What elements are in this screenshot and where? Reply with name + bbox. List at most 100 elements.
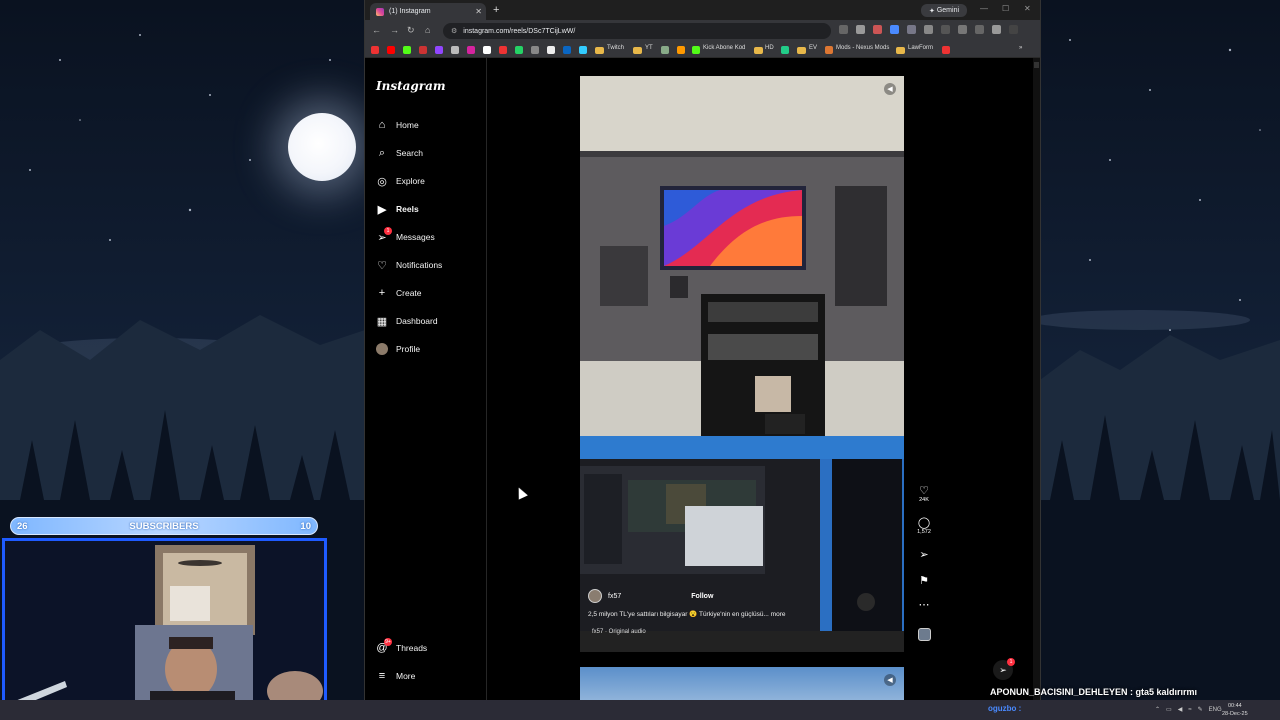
scrollbar[interactable] [1033,58,1040,700]
reel-username[interactable]: fx57 [608,593,621,600]
bookmark-icon[interactable] [547,46,555,54]
pen-icon[interactable]: ✎ [1198,706,1203,713]
messages-fab[interactable]: ➢ 1 [993,658,1015,680]
instagram-favicon-icon [376,7,384,16]
more-options-icon[interactable]: ⋯ [913,598,935,611]
reel-video[interactable]: ◀ fx57 Follow 2,5 milyon TL'ye sattıları… [580,76,904,652]
follow-button[interactable]: Follow [691,593,713,600]
bookmark-icon[interactable] [435,46,443,54]
bookmark-icon[interactable] [499,46,507,54]
sidebar-item-label: More [396,671,416,681]
like-action[interactable]: ♡ 24K [913,484,935,503]
folder-icon [896,47,905,54]
bookmark-icon[interactable] [371,46,379,54]
profile-icon[interactable] [958,25,967,34]
more-bookmarks-icon[interactable]: » [1019,45,1022,51]
language-indicator[interactable]: ENG [1209,707,1222,713]
address-bar[interactable]: ⚙ instagram.com/reels/DSc7TCijLwW/ [443,23,831,39]
sidebar-item-dashboard[interactable]: ▦ Dashboard [376,315,438,328]
bookmark-icon[interactable] [781,46,789,54]
menu-kebab-icon[interactable] [1009,25,1018,34]
sidebar-item-threads[interactable]: @9+ Threads [376,638,427,654]
downloads-icon[interactable] [975,25,984,34]
side-panel-icon[interactable] [941,25,950,34]
webcam-overlay [2,538,327,716]
sidebar-item-create[interactable]: + Create [376,287,422,299]
volume-icon[interactable]: ◀ [1178,706,1183,713]
bookmark-icon[interactable] [531,46,539,54]
bookmark-icon[interactable] [677,46,685,54]
bookmark-icon[interactable] [942,46,950,54]
reload-icon[interactable]: ↻ [407,25,415,36]
chevron-up-icon[interactable]: ⌃ [1155,706,1160,713]
bookmark-twitch[interactable]: Twitch [607,45,624,51]
clock[interactable]: 00:44 28-Dec-25 [1222,702,1248,718]
bookmark-ev[interactable]: EV [809,45,817,51]
sidebar-item-profile[interactable]: Profile [376,343,420,355]
bookmark-icon: ⚑ [919,575,929,587]
extension-icon[interactable] [873,25,882,34]
sidebar-item-messages[interactable]: ➢ 1 Messages [376,227,435,244]
wifi-icon[interactable]: ≈ [1188,707,1191,713]
bookmark-icon[interactable] [451,46,459,54]
threads-icon: @9+ [376,638,392,654]
extension-icon[interactable] [907,25,916,34]
install-app-icon[interactable] [839,25,848,34]
close-window-icon[interactable]: ✕ [1024,4,1031,13]
reel-caption[interactable]: 2,5 milyon TL'ye sattıları bilgisayar 😮 … [588,610,785,618]
tab-strip: (1) Instagram ✕ + ✦ Gemini — ☐ ✕ [365,0,1040,20]
comment-action[interactable]: ◯ 1,572 [913,516,935,535]
share-action[interactable]: ➢ [913,548,935,561]
volume-icon[interactable]: ◀ [884,83,896,95]
gemini-button[interactable]: ✦ Gemini [921,4,967,17]
kick-bookmark-icon[interactable] [403,46,411,54]
sidebar-item-notifications[interactable]: ♡ Notifications [376,259,442,272]
moon [288,113,356,181]
extensions-puzzle-icon[interactable] [924,25,933,34]
folder-icon [754,47,763,54]
x-bookmark-icon[interactable] [483,46,491,54]
bookmark-kick-abone-kod[interactable]: Kick Abone Kod [703,45,745,51]
maximize-icon[interactable]: ☐ [1002,4,1009,13]
sidebar-item-explore[interactable]: ◎ Explore [376,175,425,188]
minimize-icon[interactable]: — [980,4,988,13]
tab-title: (1) Instagram [389,8,431,15]
bookmark-yt[interactable]: YT [645,45,653,51]
gemini-sparkle-icon: ✦ [928,7,935,15]
back-icon[interactable]: ← [372,25,381,35]
instagram-logo[interactable]: Instagram [376,79,446,93]
linkedin-bookmark-icon[interactable] [563,46,571,54]
forward-icon[interactable]: → [390,25,399,35]
save-action[interactable]: ⚑ [913,574,935,587]
home-button-icon[interactable]: ⌂ [425,25,430,35]
youtube-bookmark-icon[interactable] [387,46,395,54]
bookmark-nexus-mods[interactable]: Mods - Nexus Mods [836,45,889,51]
sidebar-item-reels[interactable]: ▶ Reels [376,203,419,216]
close-tab-icon[interactable]: ✕ [475,7,482,16]
tab-instagram[interactable]: (1) Instagram ✕ [370,3,486,20]
extension-icon[interactable] [890,25,899,34]
network-icon[interactable]: ▭ [1166,706,1172,713]
reel-audio[interactable]: fx57 · Original audio [592,629,646,635]
new-tab-icon[interactable]: + [493,4,499,16]
avatar [376,343,388,355]
bookmark-icon[interactable] [579,46,587,54]
whatsapp-bookmark-icon[interactable] [515,46,523,54]
instagram-bookmark-icon[interactable] [467,46,475,54]
avatar[interactable] [588,589,602,603]
bookmark-star-icon[interactable] [856,25,865,34]
bookmark-lawform[interactable]: LawForm [908,45,933,51]
sidebar-item-more[interactable]: ≡ More [376,670,416,682]
audio-thumbnail[interactable] [918,628,931,641]
sidebar-item-search[interactable]: ⌕ Search [376,147,423,159]
bookmark-icon[interactable] [419,46,427,54]
next-reel-preview[interactable]: ◀ [580,667,904,700]
sidebar-item-label: Profile [396,344,421,354]
sidebar-item-home[interactable]: ⌂ Home [376,119,419,131]
avatar[interactable] [992,25,1001,34]
threads-badge: 9+ [384,638,392,646]
volume-icon[interactable]: ◀ [884,674,896,686]
bookmark-hd[interactable]: HD [765,45,774,51]
site-info-icon[interactable]: ⚙ [451,27,457,35]
bookmark-icon[interactable] [661,46,669,54]
